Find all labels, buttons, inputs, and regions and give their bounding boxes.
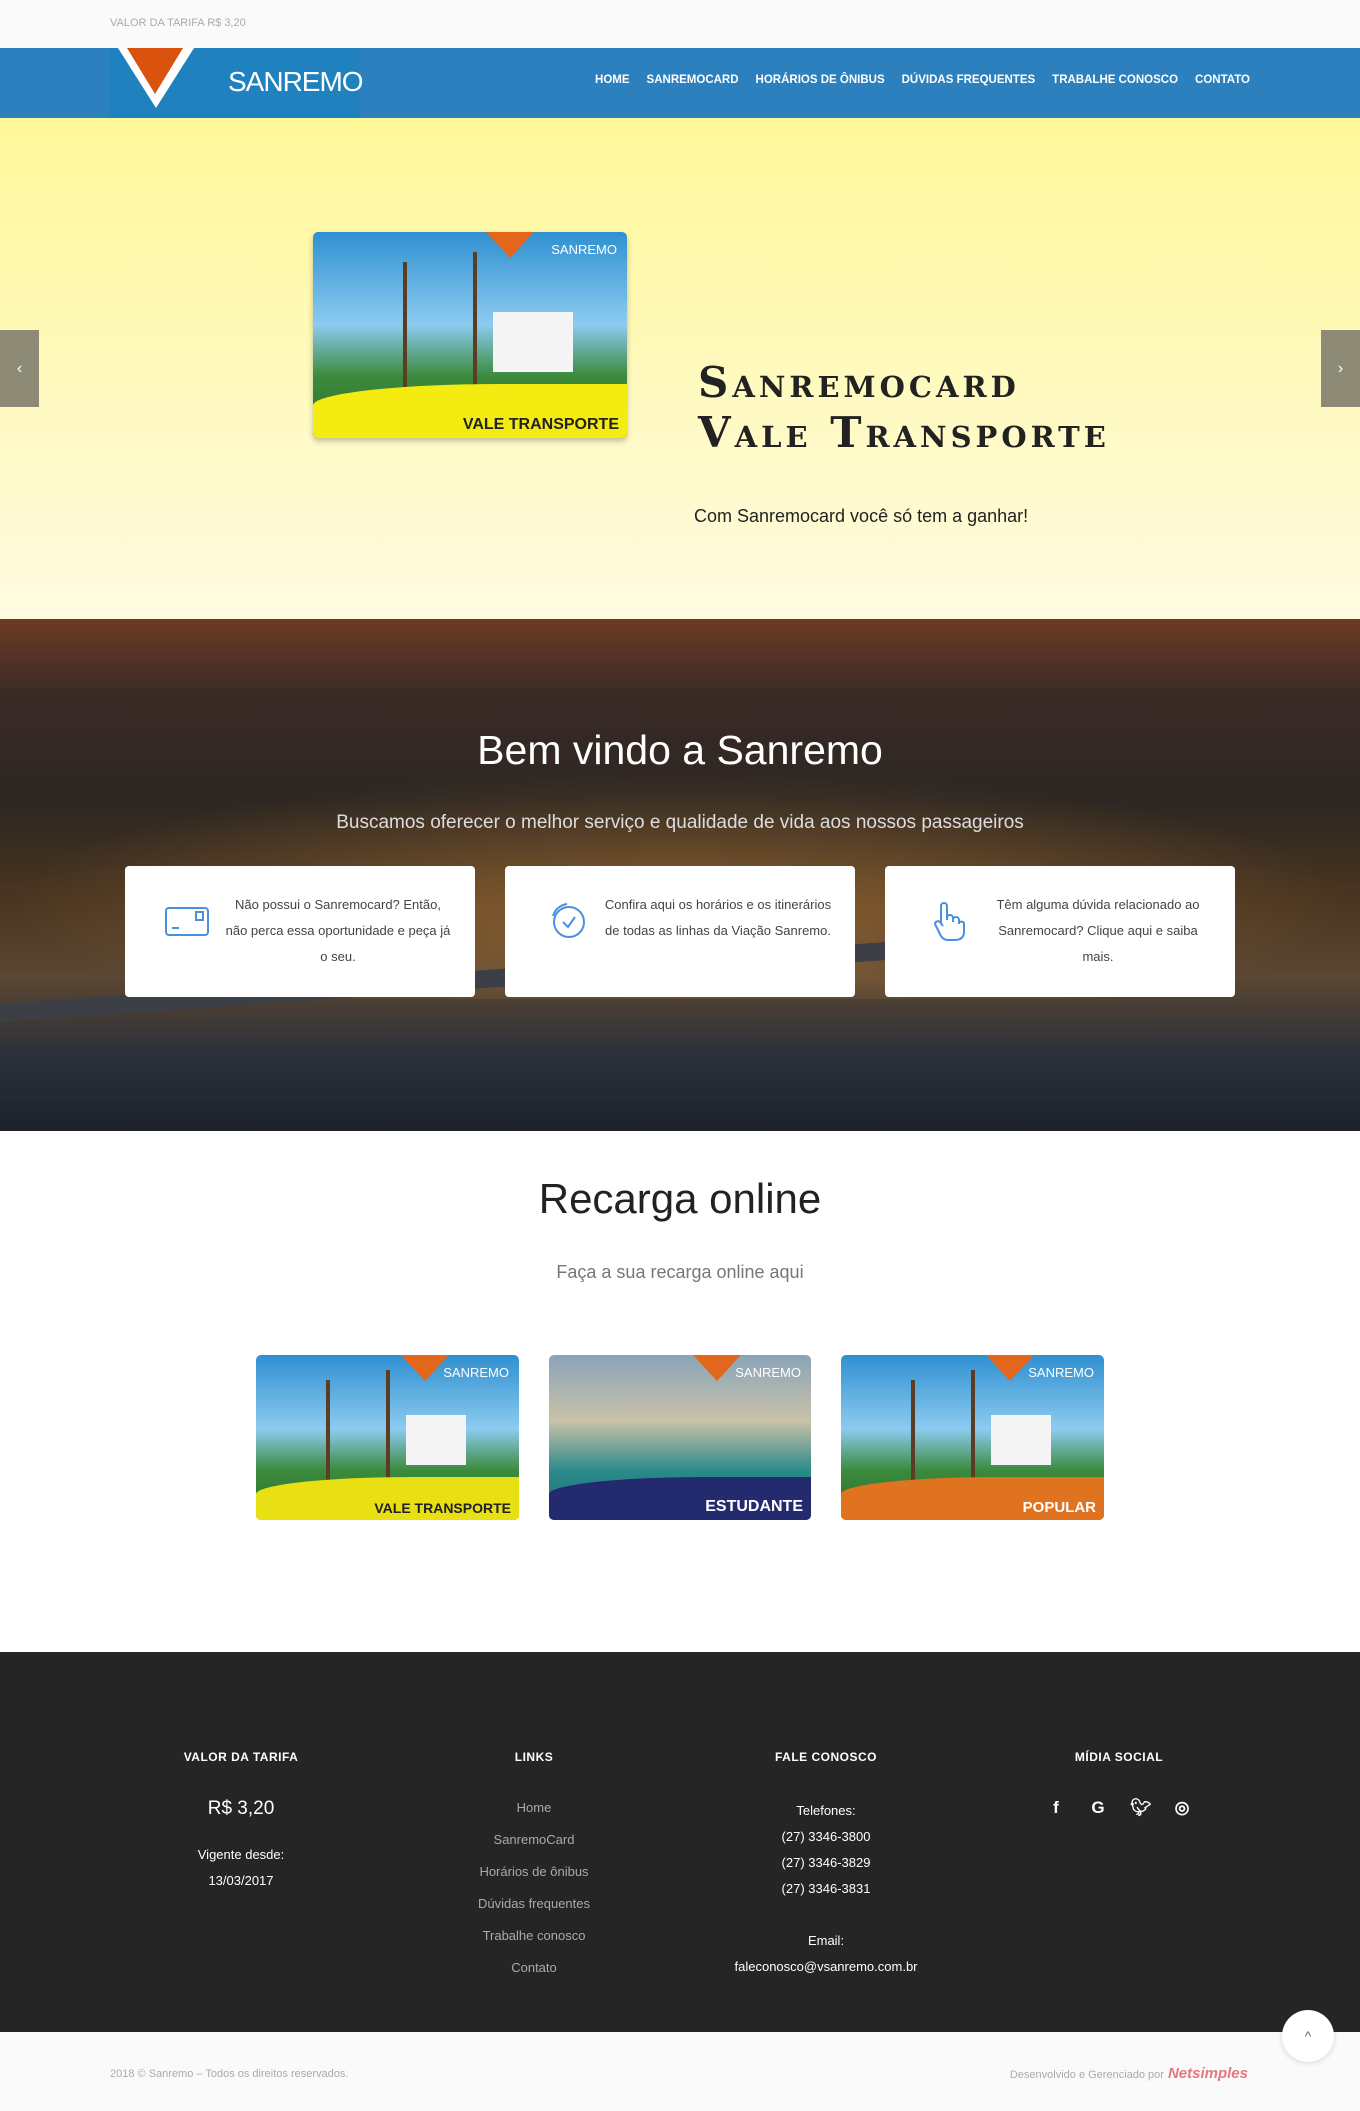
nav-duvidas[interactable]: DÚVIDAS FREQUENTES (902, 74, 1036, 86)
footer-link-duvidas[interactable]: Dúvidas frequentes (404, 1888, 664, 1920)
recarga-card-popular[interactable]: SANREMO POPULAR (841, 1355, 1104, 1520)
recarga-card-estudante[interactable]: SANREMO ESTUDANTE (549, 1355, 811, 1520)
clock-icon (552, 903, 585, 938)
instagram-icon[interactable]: ◎ (1172, 1798, 1192, 1818)
slide-card-image: SANREMO VALE TRANSPORTE (313, 232, 627, 438)
top-bar: VALOR DA TARIFA R$ 3,20 (0, 0, 1360, 48)
footer-link-home[interactable]: Home (404, 1792, 664, 1824)
recarga-subtitle: Faça a sua recarga online aqui (556, 1262, 804, 1282)
footer-link-horarios[interactable]: Horários de ônibus (404, 1856, 664, 1888)
footer-contato: FALE CONOSCO Telefones: (27) 3346-3800 (… (696, 1750, 956, 1980)
footer: VALOR DA TARIFA R$ 3,20 Vigente desde: 1… (0, 1652, 1360, 2032)
nav-home[interactable]: HOME (595, 74, 630, 86)
main-menu: HOME SANREMOCARD HORÁRIOS DE ÔNIBUS DÚVI… (595, 74, 1250, 86)
nav-horarios[interactable]: HORÁRIOS DE ÔNIBUS (756, 74, 885, 86)
developer-credit: Desenvolvido e Gerenciado por Netsimples (1009, 2065, 1248, 2082)
logo[interactable]: SANREMO (110, 48, 364, 118)
nav-sanremocard[interactable]: SANREMOCARD (647, 74, 739, 86)
navbar: SANREMO HOME SANREMOCARD HORÁRIOS DE ÔNI… (0, 48, 1360, 118)
nav-trabalhe[interactable]: TRABALHE CONOSCO (1052, 74, 1178, 86)
hand-pointer-icon (933, 902, 965, 941)
netsimples-link[interactable]: Netsimples (1168, 2065, 1248, 2082)
google-icon[interactable]: G (1088, 1798, 1108, 1818)
slider-next-button[interactable]: › (1321, 330, 1360, 407)
footer-tarifa: VALOR DA TARIFA R$ 3,20 Vigente desde: 1… (111, 1750, 371, 1894)
footer-links: LINKS Home SanremoCard Horários de ônibu… (404, 1750, 664, 1984)
footer-social: MÍDIA SOCIAL f G 🐦︎ ◎ (989, 1750, 1249, 1818)
welcome-subtitle: Buscamos oferecer o melhor serviço e qua… (336, 812, 1024, 833)
feature-box-schedule[interactable]: Confira aqui os horários e os itinerário… (505, 866, 855, 997)
tariff-text: VALOR DA TARIFA R$ 3,20 (110, 17, 246, 29)
feature-box-card[interactable]: Não possui o Sanremocard? Então, não per… (125, 866, 475, 997)
bottom-bar: 2018 © Sanremo – Todos os direitos reser… (0, 2032, 1360, 2111)
welcome-title: Bem vindo a Sanremo (477, 727, 883, 773)
footer-link-contato[interactable]: Contato (404, 1952, 664, 1984)
twitter-icon[interactable]: 🐦︎ (1130, 1798, 1152, 1818)
welcome-section: Bem vindo a Sanremo Buscamos oferecer o … (0, 619, 1360, 1131)
facebook-icon[interactable]: f (1046, 1798, 1066, 1818)
card-icon (165, 907, 209, 936)
footer-link-sanremocard[interactable]: SanremoCard (404, 1824, 664, 1856)
recarga-card-vale-transporte[interactable]: SANREMO VALE TRANSPORTE (256, 1355, 519, 1520)
tarifa-value: R$ 3,20 (207, 1798, 275, 1819)
slider-prev-button[interactable]: ‹ (0, 330, 39, 407)
nav-contato[interactable]: CONTATO (1195, 74, 1250, 86)
hero-slider: ‹ › SANREMO VALE TRANSPORTE Sanremocard V… (0, 118, 1360, 619)
contact-email[interactable]: faleconosco@vsanremo.com.br (696, 1954, 956, 1980)
footer-link-trabalhe[interactable]: Trabalhe conosco (404, 1920, 664, 1952)
recarga-title: Recarga online (538, 1175, 822, 1222)
feature-box-faq[interactable]: Têm alguma dúvida relacionado ao Sanremo… (885, 866, 1235, 997)
copyright: 2018 © Sanremo – Todos os direitos reser… (110, 2068, 349, 2080)
slide-subtitle: Com Sanremocard você só tem a ganhar! (694, 506, 1029, 526)
scroll-to-top-button[interactable]: ^ (1282, 2010, 1334, 2062)
slide-title: Sanremocard Vale Transporte (698, 358, 1110, 457)
